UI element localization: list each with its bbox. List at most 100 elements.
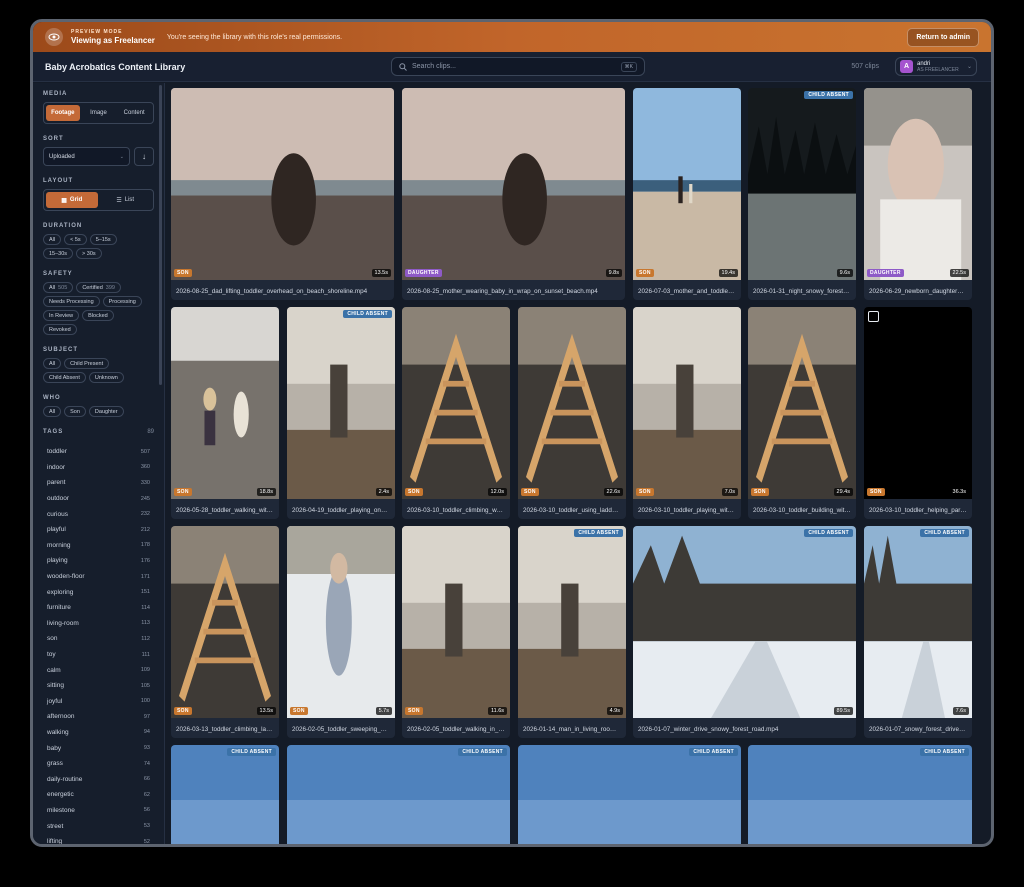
safety-chip-processing[interactable]: Processing bbox=[102, 296, 142, 307]
clip-card[interactable]: SON 13.5s 2026-08-25_dad_lifting_toddler_o… bbox=[171, 88, 394, 300]
tag-item[interactable]: toy 111 bbox=[43, 647, 154, 663]
duration-chip[interactable]: 5–15s bbox=[89, 234, 117, 245]
layout-list-button[interactable]: ☰ List bbox=[100, 192, 152, 208]
tag-item[interactable]: afternoon 97 bbox=[43, 709, 154, 725]
tag-name: joyful bbox=[47, 697, 63, 705]
sort-select[interactable]: Uploaded ⌄ bbox=[43, 147, 130, 166]
tag-item[interactable]: grass 74 bbox=[43, 756, 154, 772]
who-chip[interactable]: Son bbox=[64, 406, 86, 417]
clip-thumbnail: SON 12.0s bbox=[402, 307, 510, 499]
tag-count: 52 bbox=[143, 838, 150, 845]
media-image-button[interactable]: Image bbox=[82, 105, 116, 121]
tag-item[interactable]: playful 212 bbox=[43, 522, 154, 538]
sort-direction-button[interactable]: ↓ bbox=[134, 147, 154, 166]
duration-chip[interactable]: < 5s bbox=[64, 234, 87, 245]
search-shortcut: ⌘K bbox=[620, 61, 637, 72]
tag-item[interactable]: walking 94 bbox=[43, 725, 154, 741]
clip-card[interactable]: CHILD ABSENT 4.9s 2026-01-14_man_in_living… bbox=[518, 526, 626, 738]
return-to-admin-button[interactable]: Return to admin bbox=[907, 27, 979, 47]
media-content-button[interactable]: Content bbox=[117, 105, 151, 121]
tag-item[interactable]: sitting 105 bbox=[43, 678, 154, 694]
tag-item[interactable]: milestone 56 bbox=[43, 803, 154, 819]
clip-card[interactable]: DAUGHTER 9.8s 2026-08-25_mother_wearing_ba… bbox=[402, 88, 625, 300]
tag-item[interactable]: street 53 bbox=[43, 818, 154, 834]
tag-count: 74 bbox=[143, 760, 150, 767]
who-badge: SON bbox=[290, 707, 308, 715]
tag-item[interactable]: baby 93 bbox=[43, 740, 154, 756]
tag-item[interactable]: calm 109 bbox=[43, 662, 154, 678]
child-absent-badge: CHILD ABSENT bbox=[574, 529, 623, 537]
subject-chip[interactable]: Child Absent bbox=[43, 372, 86, 383]
clip-card[interactable]: SON 11.6s 2026-02-05_toddler_walking_in_ro… bbox=[402, 526, 510, 738]
tag-item[interactable]: son 112 bbox=[43, 631, 154, 647]
tag-item[interactable]: wooden-floor 171 bbox=[43, 569, 154, 585]
clip-card[interactable]: CHILD ABSENT 89.5s 2026-01-07_winter_drive… bbox=[633, 526, 856, 738]
media-footage-button[interactable]: Footage bbox=[46, 105, 80, 121]
chevron-down-icon: ⌄ bbox=[966, 64, 972, 70]
tag-item[interactable]: playing 176 bbox=[43, 553, 154, 569]
safety-chip-needs-processing[interactable]: Needs Processing bbox=[43, 296, 100, 307]
who-badge: DAUGHTER bbox=[867, 269, 904, 277]
clip-card[interactable]: CHILD ABSENT 9.6s 2026-01-31_night_snowy_f… bbox=[748, 88, 856, 300]
subject-chip[interactable]: All bbox=[43, 358, 62, 369]
user-menu[interactable]: A andri AS FREELANCER ⌄ bbox=[895, 57, 977, 76]
subject-chip[interactable]: Unknown bbox=[88, 372, 124, 383]
layout-label: LAYOUT bbox=[43, 178, 74, 184]
clip-card[interactable]: CHILD ABSENT 7.6s 2026-01-07_snowy_forest_… bbox=[864, 526, 972, 738]
clip-card[interactable]: SON 18.8s 2026-05-28_toddler_walking_with_… bbox=[171, 307, 279, 519]
clip-card[interactable]: CHILD ABSENT bbox=[287, 745, 510, 844]
tag-item[interactable]: living-room 113 bbox=[43, 616, 154, 632]
clip-card[interactable]: SON 36.3s 2026-03-10_toddler_helping_paren… bbox=[864, 307, 972, 519]
clip-card[interactable]: DAUGHTER 22.5s 2026-06-29_newborn_daughter… bbox=[864, 88, 972, 300]
safety-chip-blocked[interactable]: Blocked bbox=[82, 310, 114, 321]
clip-filename: 2026-03-10_toddler_helping_parent.mp4 bbox=[869, 507, 967, 514]
layout-list-label: List bbox=[124, 197, 135, 203]
clip-card[interactable]: SON 5.7s 2026-02-05_toddler_sweeping_snow.… bbox=[287, 526, 395, 738]
sidebar-scrollbar[interactable] bbox=[159, 85, 162, 385]
clip-card[interactable]: CHILD ABSENT bbox=[748, 745, 972, 844]
who-badge: SON bbox=[636, 269, 654, 277]
clip-card[interactable]: SON 12.0s 2026-03-10_toddler_climbing_wood… bbox=[402, 307, 510, 519]
clip-card[interactable]: SON 13.5s 2026-03-13_toddler_climbing_ladd… bbox=[171, 526, 279, 738]
tag-item[interactable]: morning 178 bbox=[43, 538, 154, 554]
who-chip[interactable]: Daughter bbox=[88, 406, 124, 417]
clip-card[interactable]: SON 22.6s 2026-03-10_toddler_using_ladder.… bbox=[518, 307, 626, 519]
clip-thumbnail: SON 36.3s bbox=[864, 307, 972, 499]
duration-chip[interactable]: All bbox=[43, 234, 62, 245]
tags-label: TAGS bbox=[43, 429, 64, 435]
tag-item[interactable]: curious 232 bbox=[43, 506, 154, 522]
clip-card[interactable]: SON 19.4s 2026-07-03_mother_and_toddler_wa… bbox=[633, 88, 741, 300]
clip-card[interactable]: SON 29.4s 2026-03-10_toddler_building_with… bbox=[748, 307, 856, 519]
clip-card[interactable]: SON 7.0s 2026-03-10_toddler_playing_with_p… bbox=[633, 307, 741, 519]
search-input[interactable]: Search clips... ⌘K bbox=[391, 57, 645, 76]
who-chip[interactable]: All bbox=[43, 406, 62, 417]
subject-chip[interactable]: Child Present bbox=[64, 358, 110, 369]
tag-item[interactable]: daily-routine 66 bbox=[43, 771, 154, 787]
safety-chip-in-review[interactable]: In Review bbox=[43, 310, 80, 321]
tag-item[interactable]: furniture 114 bbox=[43, 600, 154, 616]
clip-card[interactable]: CHILD ABSENT bbox=[518, 745, 741, 844]
duration-badge: 7.6s bbox=[952, 707, 969, 715]
app-window: PREVIEW MODE Viewing as Freelancer You'r… bbox=[30, 19, 994, 847]
safety-chip-certified[interactable]: Certified 399 bbox=[76, 282, 121, 293]
clip-card[interactable]: CHILD ABSENT bbox=[171, 745, 279, 844]
tag-item[interactable]: indoor 360 bbox=[43, 460, 154, 476]
duration-chip[interactable]: 15–30s bbox=[43, 248, 74, 259]
clip-card[interactable]: CHILD ABSENT 2.4s 2026-04-19_toddler_playi… bbox=[287, 307, 395, 519]
safety-chip-revoked[interactable]: Revoked bbox=[43, 324, 77, 335]
tag-item[interactable]: energetic 62 bbox=[43, 787, 154, 803]
safety-chip-all[interactable]: All 505 bbox=[43, 282, 74, 293]
duration-chip[interactable]: > 30s bbox=[76, 248, 102, 259]
tag-item[interactable]: joyful 100 bbox=[43, 694, 154, 710]
tag-item[interactable]: outdoor 245 bbox=[43, 491, 154, 507]
layout-grid-button[interactable]: ▦ Grid bbox=[46, 192, 98, 208]
clip-thumbnail: SON 18.8s bbox=[171, 307, 279, 499]
clip-thumbnail: SON 19.4s bbox=[633, 88, 741, 280]
tag-count: 94 bbox=[143, 729, 150, 736]
child-absent-badge: CHILD ABSENT bbox=[689, 748, 738, 756]
tag-item[interactable]: lifting 52 bbox=[43, 834, 154, 845]
tag-item[interactable]: parent 330 bbox=[43, 475, 154, 491]
tag-item[interactable]: toddler 507 bbox=[43, 444, 154, 460]
select-checkbox[interactable] bbox=[868, 311, 879, 322]
tag-item[interactable]: exploring 151 bbox=[43, 584, 154, 600]
